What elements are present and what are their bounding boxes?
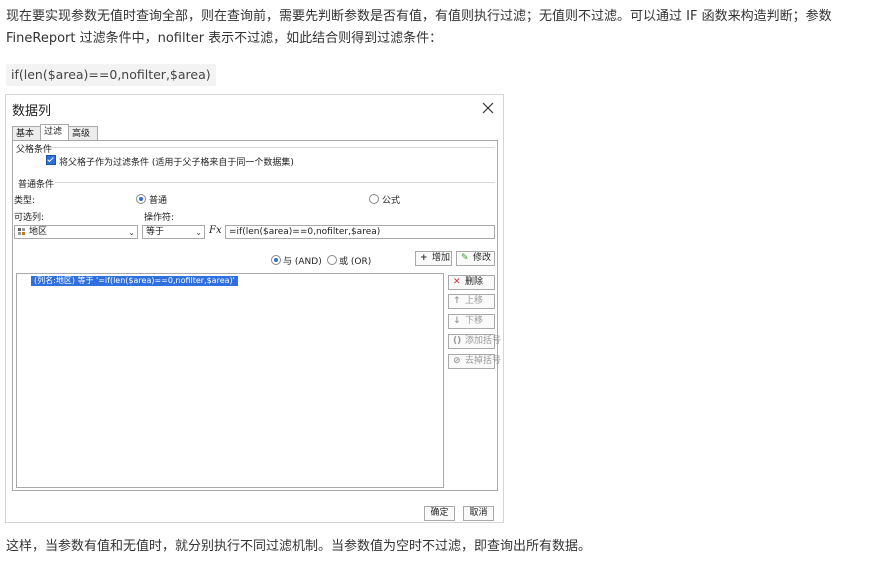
logic-or-radio[interactable] bbox=[327, 255, 337, 265]
chevron-down-icon: ⌄ bbox=[195, 228, 202, 237]
delete-x-icon: ✕ bbox=[453, 277, 461, 287]
column-select-value: 地区 bbox=[29, 227, 48, 237]
brackets-icon: () bbox=[453, 336, 462, 346]
parent-condition-title: 父格条件 bbox=[16, 145, 53, 155]
logic-or-label: 或 (OR) bbox=[339, 257, 372, 267]
edit-icon: ✎ bbox=[461, 253, 469, 263]
tab-filter[interactable]: 过滤 bbox=[40, 124, 69, 141]
tab-advanced[interactable]: 高级 bbox=[68, 126, 98, 141]
filter-panel: 父格条件 将父格子作为过滤条件 (适用于父子格来自于同一个数据集) 普通条件 类… bbox=[12, 140, 501, 491]
logic-and-label: 与 (AND) bbox=[283, 257, 322, 267]
delete-condition-button[interactable]: ✕ 删除 bbox=[448, 275, 495, 290]
formula-code-snippet: if(len($area)==0,nofilter,$area) bbox=[6, 64, 216, 86]
ok-button[interactable]: 确定 bbox=[424, 506, 455, 521]
arrow-up-icon: ↑ bbox=[453, 296, 461, 306]
intro-paragraph: 现在要实现参数无值时查询全部，则在查询前，需要先判断参数是否有值，有值则执行过滤… bbox=[6, 9, 832, 46]
section-divider bbox=[55, 182, 495, 183]
move-down-button[interactable]: ↓ 下移 bbox=[448, 314, 495, 329]
column-select[interactable]: 地区 ⌄ bbox=[14, 225, 138, 239]
parent-filter-checkbox-label: 将父格子作为过滤条件 (适用于父子格来自于同一个数据集) bbox=[59, 158, 294, 168]
conclusion-paragraph: 这样，当参数有值和无值时，就分别执行不同过滤机制。当参数值为空时不过滤，即查询出… bbox=[6, 539, 592, 554]
condition-row-selected[interactable]: (列名:地区) 等于 '=if(len($area)==0,nofilter,$… bbox=[31, 276, 238, 286]
type-radio-normal[interactable] bbox=[136, 194, 146, 204]
logic-and-radio[interactable] bbox=[271, 255, 281, 265]
plus-icon: + bbox=[420, 253, 428, 263]
condition-list[interactable]: (列名:地区) 等于 '=if(len($area)==0,nofilter,$… bbox=[16, 273, 444, 488]
add-condition-button[interactable]: + 增加 bbox=[415, 251, 452, 266]
operator-select[interactable]: 等于 ⌄ bbox=[142, 225, 205, 239]
dialog-title: 数据列 bbox=[12, 104, 52, 119]
operator-select-value: 等于 bbox=[146, 227, 165, 237]
type-label: 类型: bbox=[14, 196, 36, 206]
type-normal-label: 普通 bbox=[149, 196, 168, 206]
arrow-down-icon: ↓ bbox=[453, 316, 461, 326]
remove-brackets-icon: ⊘ bbox=[453, 356, 461, 366]
type-formula-label: 公式 bbox=[382, 196, 401, 206]
remove-bracket-button[interactable]: ⊘ 去掉括号 bbox=[448, 354, 501, 369]
tab-basic[interactable]: 基本 bbox=[12, 126, 41, 141]
fx-formula-icon[interactable]: Fx bbox=[209, 225, 222, 236]
chevron-down-icon: ⌄ bbox=[128, 228, 135, 237]
section-divider bbox=[49, 147, 495, 148]
close-icon[interactable] bbox=[477, 97, 499, 119]
normal-condition-title: 普通条件 bbox=[18, 180, 55, 190]
add-bracket-button[interactable]: () 添加括号 bbox=[448, 334, 501, 349]
modify-condition-button[interactable]: ✎ 修改 bbox=[456, 251, 495, 266]
field-icon bbox=[17, 227, 27, 238]
move-up-button[interactable]: ↑ 上移 bbox=[448, 294, 495, 309]
cancel-button[interactable]: 取消 bbox=[463, 506, 494, 521]
formula-value-input[interactable]: =if(len($area)==0,nofilter,$area) bbox=[225, 225, 495, 239]
parent-filter-checkbox[interactable] bbox=[46, 155, 56, 165]
type-radio-formula[interactable] bbox=[369, 194, 379, 204]
operator-label: 操作符: bbox=[144, 213, 175, 223]
data-column-dialog: 数据列 基本 过滤 高级 父格条件 将父格子作为过滤条件 (适用于父子格来自于同… bbox=[5, 94, 504, 523]
column-label: 可选列: bbox=[14, 213, 45, 223]
